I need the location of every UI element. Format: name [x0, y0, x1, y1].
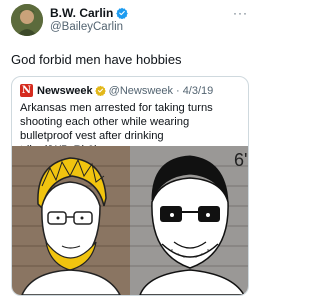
newsweek-logo-icon: N: [20, 84, 33, 97]
tweet-text: God forbid men have hobbies: [11, 52, 182, 67]
mugshot-wojak-image[interactable]: 6': [12, 146, 248, 295]
quoted-source-name[interactable]: Newsweek: [37, 85, 93, 97]
more-options-icon[interactable]: ···: [233, 6, 248, 20]
avatar-image: [11, 4, 43, 36]
avatar[interactable]: [11, 4, 43, 36]
tweet-header: B.W. Carlin @BaileyCarlin ···: [0, 0, 259, 42]
quoted-handle[interactable]: @Newsweek: [109, 85, 173, 97]
author-display-name[interactable]: B.W. Carlin: [50, 6, 113, 20]
quoted-tweet-card[interactable]: N Newsweek @Newsweek · 4/3/19 Arkansas m…: [11, 76, 249, 296]
mugshot-height-mark: 6': [234, 150, 247, 170]
author-handle[interactable]: @BaileyCarlin: [50, 21, 123, 33]
gold-verified-badge-icon: [94, 85, 106, 96]
quoted-date[interactable]: 4/3/19: [183, 85, 214, 97]
verified-badge-icon: [116, 7, 129, 19]
meta-separator: ·: [176, 84, 180, 97]
quoted-tweet-header: N Newsweek @Newsweek · 4/3/19: [20, 84, 213, 97]
